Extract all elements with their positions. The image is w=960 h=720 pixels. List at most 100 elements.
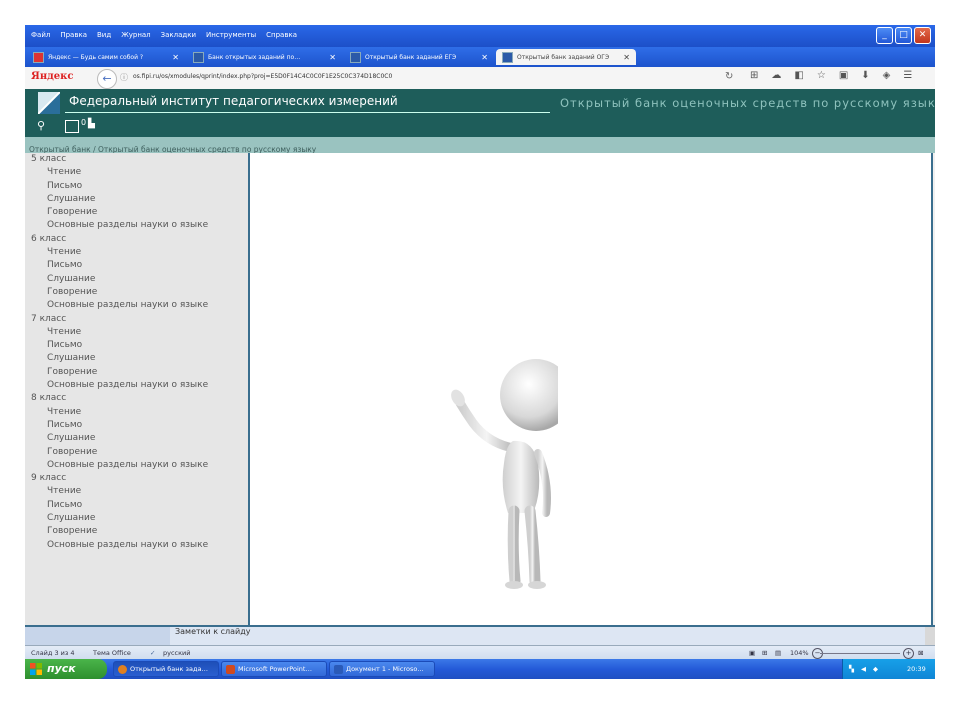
- task-powerpoint[interactable]: Microsoft PowerPoint…: [221, 661, 327, 677]
- sidebar-item[interactable]: Говорение: [25, 206, 248, 219]
- menu-file[interactable]: Файл: [31, 28, 50, 42]
- pocket-icon[interactable]: ◧: [794, 70, 803, 81]
- zoom-in-icon[interactable]: +: [903, 648, 914, 659]
- tab-close-icon[interactable]: ✕: [172, 53, 179, 62]
- sidebar-item[interactable]: Чтение: [25, 166, 248, 179]
- search-icon[interactable]: ⚲: [37, 119, 45, 132]
- sidebar-item[interactable]: Письмо: [25, 180, 248, 193]
- extension-icon[interactable]: ⊞: [750, 70, 758, 81]
- sidebar-item[interactable]: Основные разделы науки о языке: [25, 219, 248, 232]
- sidebar-item[interactable]: Письмо: [25, 259, 248, 272]
- sidebar-item[interactable]: Слушание: [25, 193, 248, 206]
- institute-title[interactable]: Федеральный институт педагогических изме…: [69, 94, 398, 108]
- sidebar-grade-6[interactable]: 6 класс: [25, 233, 248, 246]
- tab-label: Открытый банк заданий ОГЭ: [517, 53, 610, 61]
- tab-label: Яндекс — Будь самим собой ?: [48, 53, 144, 61]
- sidebar-item[interactable]: Основные разделы науки о языке: [25, 539, 248, 552]
- sidebar-item[interactable]: Слушание: [25, 432, 248, 445]
- sidebar-item[interactable]: Основные разделы науки о языке: [25, 379, 248, 392]
- sidebar-item[interactable]: Чтение: [25, 406, 248, 419]
- url-field[interactable]: os.fipi.ru/os/xmodules/qprint/index.php?…: [133, 73, 392, 80]
- windows-flag-icon: [30, 663, 42, 675]
- stats-icon[interactable]: ▙: [88, 119, 95, 129]
- sidebar-item[interactable]: Говорение: [25, 446, 248, 459]
- menu-view[interactable]: Вид: [97, 28, 111, 42]
- tab-close-icon[interactable]: ✕: [481, 53, 488, 62]
- window-controls: _ □ ✕: [876, 27, 931, 44]
- tab-ege-bank[interactable]: Открытый банк заданий ЕГЭ ✕: [344, 49, 494, 65]
- tab-label: Открытый банк заданий ЕГЭ: [365, 53, 457, 61]
- sidebar-item[interactable]: Говорение: [25, 366, 248, 379]
- sidebar-item[interactable]: Слушание: [25, 273, 248, 286]
- sidebar-grade-8[interactable]: 8 класс: [25, 392, 248, 405]
- slide-sorter-icon[interactable]: ⊞: [762, 646, 767, 660]
- toolbar-icons: ⊞ ☁ ◧ ☆ ▣ ⬇ ◈ ☰: [750, 70, 912, 81]
- scrollbar[interactable]: [925, 627, 935, 645]
- zoom-level[interactable]: 104%: [790, 646, 809, 660]
- export-icon[interactable]: [65, 120, 79, 133]
- reload-icon[interactable]: ↻: [725, 71, 733, 82]
- yandex-favicon-icon: [33, 51, 44, 63]
- close-button[interactable]: ✕: [914, 27, 931, 44]
- normal-view-icon[interactable]: ▣: [749, 646, 755, 660]
- menu-bookmarks[interactable]: Закладки: [161, 28, 196, 42]
- menu-history[interactable]: Журнал: [121, 28, 150, 42]
- start-button[interactable]: пуск: [25, 659, 107, 679]
- sidebar-item[interactable]: Слушание: [25, 512, 248, 525]
- tab-close-icon[interactable]: ✕: [329, 53, 336, 62]
- fit-window-icon[interactable]: ⊠: [918, 646, 923, 660]
- sidebar-item[interactable]: Чтение: [25, 326, 248, 339]
- menu-help[interactable]: Справка: [266, 28, 297, 42]
- yandex-logo[interactable]: Яндекс: [31, 71, 73, 82]
- menu-bar: Файл Правка Вид Журнал Закладки Инструме…: [31, 28, 297, 42]
- theme-status: Тема Office: [93, 649, 131, 657]
- tab-oge-bank[interactable]: Открытый банк заданий ОГЭ ✕: [496, 49, 636, 65]
- back-arrow-icon[interactable]: ←: [97, 69, 117, 89]
- windows-taskbar: пуск Открытый банк зада… Microsoft Power…: [25, 659, 935, 679]
- minimize-button[interactable]: _: [876, 27, 893, 44]
- sidebar-item[interactable]: Говорение: [25, 286, 248, 299]
- zoom-slider[interactable]: [820, 653, 900, 654]
- sidebar-grade-9[interactable]: 9 класс: [25, 472, 248, 485]
- notes-placeholder[interactable]: Заметки к слайду: [175, 627, 250, 636]
- tab-bar: Яндекс — Будь самим собой ? ✕ Банк откры…: [25, 47, 935, 86]
- sidebar-item[interactable]: Слушание: [25, 352, 248, 365]
- cloud-icon[interactable]: ☁: [771, 70, 781, 81]
- shield-icon[interactable]: ◈: [883, 70, 891, 81]
- task-word[interactable]: Документ 1 - Microso…: [329, 661, 435, 677]
- sidebar-item[interactable]: Письмо: [25, 339, 248, 352]
- tab-close-icon[interactable]: ✕: [623, 53, 630, 62]
- sidebar-item[interactable]: Чтение: [25, 485, 248, 498]
- tab-yandex[interactable]: Яндекс — Будь самим собой ? ✕: [27, 49, 185, 65]
- site-info-icon[interactable]: ⓘ: [120, 72, 128, 83]
- sidebar-grade-7[interactable]: 7 класс: [25, 313, 248, 326]
- download-icon[interactable]: ⬇: [861, 70, 869, 81]
- sidebar-grade-5[interactable]: 5 класс: [25, 153, 248, 166]
- browser-titlebar: Файл Правка Вид Журнал Закладки Инструме…: [25, 25, 935, 47]
- sidebar-item[interactable]: Чтение: [25, 246, 248, 259]
- sidebar-item[interactable]: Основные разделы науки о языке: [25, 299, 248, 312]
- clock[interactable]: 20:39: [907, 659, 926, 679]
- sidebar-item[interactable]: Письмо: [25, 419, 248, 432]
- spellcheck-icon[interactable]: ✓: [150, 646, 155, 660]
- bookmarks-menu-icon[interactable]: ▣: [839, 70, 848, 81]
- ppt-slide-thumbnail-pane: [25, 627, 170, 645]
- task-label: Открытый банк зада…: [130, 665, 208, 673]
- task-firefox[interactable]: Открытый банк зада…: [113, 661, 219, 677]
- fipi-favicon-icon: [502, 51, 513, 63]
- menu-edit[interactable]: Правка: [60, 28, 87, 42]
- sidebar-item[interactable]: Письмо: [25, 499, 248, 512]
- hamburger-menu-icon[interactable]: ☰: [903, 70, 912, 81]
- security-icon[interactable]: ◆: [873, 659, 878, 679]
- volume-icon[interactable]: ◀: [861, 659, 866, 679]
- sidebar-item[interactable]: Основные разделы науки о языке: [25, 459, 248, 472]
- bookmark-star-icon[interactable]: ☆: [817, 70, 826, 81]
- language-status[interactable]: русский: [163, 646, 191, 660]
- menu-tools[interactable]: Инструменты: [206, 28, 256, 42]
- maximize-button[interactable]: □: [895, 27, 912, 44]
- reading-view-icon[interactable]: ▤: [775, 646, 781, 660]
- fipi-logo[interactable]: [38, 92, 60, 114]
- network-icon[interactable]: ▚: [849, 659, 854, 679]
- tab-bank-tasks[interactable]: Банк открытых заданий по… ✕: [187, 49, 342, 65]
- sidebar-item[interactable]: Говорение: [25, 525, 248, 538]
